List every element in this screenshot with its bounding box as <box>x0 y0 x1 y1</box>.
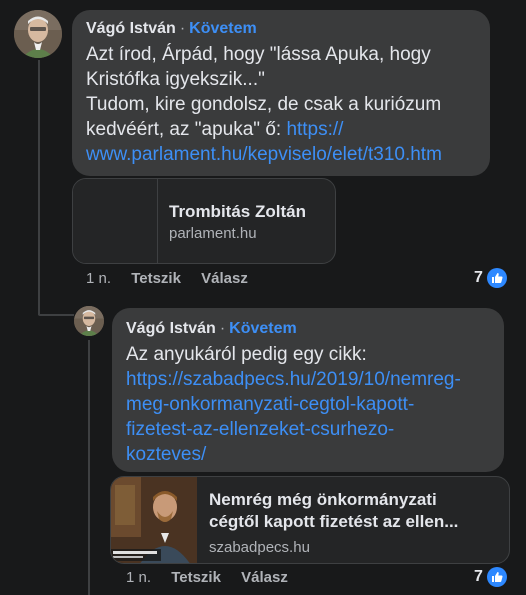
link-preview-thumbnail <box>111 477 197 563</box>
comment-link[interactable]: www.parlament.hu/kepviselo/elet/t310.htm <box>86 142 476 167</box>
like-button[interactable]: Tetszik <box>131 270 181 287</box>
comment-author[interactable]: Vágó István <box>86 20 176 37</box>
thread-line-main <box>38 60 40 315</box>
link-preview-card[interactable]: Nemrég még önkormányzati cégtől kapott f… <box>110 476 510 564</box>
comment-actions: 1 n. Tetszik Válasz <box>86 270 248 287</box>
reply-button[interactable]: Válasz <box>201 270 248 287</box>
separator-dot: · <box>179 20 186 37</box>
avatar[interactable] <box>74 306 104 336</box>
follow-button[interactable]: Követem <box>189 20 257 37</box>
comment-text-line: Az anyukáról pedig egy cikk: <box>126 344 367 365</box>
comment-author[interactable]: Vágó István <box>126 320 216 337</box>
comment-text: Azt írod, Árpád, hogy "lássa Apuka, hogy… <box>86 42 476 167</box>
comment-bubble: Vágó István · Követem Azt írod, Árpád, hog… <box>72 10 490 176</box>
comment-actions: 1 n. Tetszik Válasz <box>126 569 288 586</box>
link-preview-card[interactable]: Trombitás Zoltán parlament.hu <box>72 178 336 264</box>
comment-link[interactable]: fizetest-az-ellenzeket-csurhezo- <box>126 417 490 442</box>
comment-bubble: Vágó István · Követem Az anyukáról pedig e… <box>112 308 504 472</box>
link-preview-title: Trombitás Zoltán <box>169 202 306 221</box>
reaction-summary[interactable]: 7 <box>474 567 507 587</box>
reaction-count: 7 <box>474 269 483 286</box>
comment-time[interactable]: 1 n. <box>126 569 151 586</box>
avatar-photo <box>74 306 104 336</box>
comment-link[interactable]: kozteves/ <box>126 442 490 467</box>
comment-link[interactable]: https://szabadpecs.hu/2019/10/nemreg- <box>126 367 490 392</box>
link-preview-title: cégtől kapott fizetést az ellen... <box>209 512 459 531</box>
comment-time[interactable]: 1 n. <box>86 270 111 287</box>
separator-dot: · <box>219 320 226 337</box>
link-preview-domain: parlament.hu <box>169 225 257 242</box>
link-preview-domain: szabadpecs.hu <box>209 539 310 556</box>
thread-line-reply <box>88 340 90 595</box>
comment-text-line: Tudom, kire gondolsz, de csak a kuriózum <box>86 94 442 115</box>
comment-text-line: kedvéért, az "apuka" ő: <box>86 119 287 140</box>
avatar-photo <box>14 10 62 58</box>
comment-text: Az anyukáról pedig egy cikk: https://sza… <box>126 342 490 467</box>
comment-link[interactable]: meg-onkormanyzati-cegtol-kapott- <box>126 392 490 417</box>
reply-button[interactable]: Válasz <box>241 569 288 586</box>
comment-text-line: Kristófka igyekszik..." <box>86 69 265 90</box>
reaction-count: 7 <box>474 568 483 585</box>
reaction-summary[interactable]: 7 <box>474 268 507 288</box>
follow-button[interactable]: Követem <box>229 320 297 337</box>
comment-link[interactable]: https:// <box>286 119 343 140</box>
thumbs-up-icon <box>486 268 507 288</box>
thumbs-up-icon <box>486 567 507 587</box>
comment-text-line: Azt írod, Árpád, hogy "lássa Apuka, hogy <box>86 44 431 65</box>
avatar[interactable] <box>14 10 62 58</box>
link-preview-image-placeholder <box>73 179 158 263</box>
thread-line-branch <box>38 314 74 316</box>
like-button[interactable]: Tetszik <box>171 569 221 586</box>
link-preview-title: Nemrég még önkormányzati <box>209 490 437 509</box>
